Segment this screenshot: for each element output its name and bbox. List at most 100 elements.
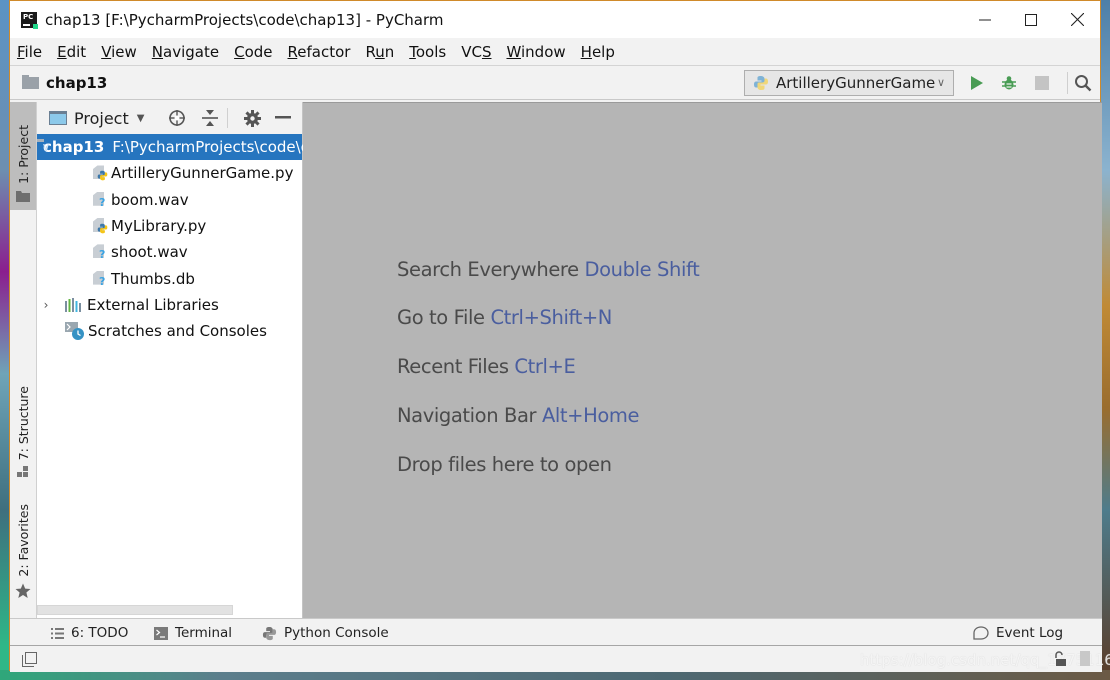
terminal-icon <box>154 626 168 640</box>
stop-icon <box>1035 76 1049 90</box>
editor-hint-text: Search Everywhere <box>397 258 579 281</box>
menu-help[interactable]: Help <box>581 43 615 61</box>
tree-item-external-libraries[interactable]: › External Libraries <box>37 292 302 318</box>
menu-run[interactable]: Run <box>365 43 394 61</box>
editor-empty-area[interactable]: Search Everywhere Double Shift Go to File… <box>303 102 1102 618</box>
caret-down-icon[interactable]: ▼ <box>137 113 145 124</box>
menu-window[interactable]: Window <box>506 43 565 61</box>
menu-file[interactable]: File <box>17 43 42 61</box>
editor-hint: Navigation Bar Alt+Home <box>397 404 639 427</box>
tree-item-label: shoot.wav <box>111 243 188 262</box>
editor-hint-shortcut: Alt+Home <box>541 404 640 427</box>
libraries-icon <box>65 297 81 312</box>
minimize-icon <box>979 19 991 20</box>
tool-tab-project[interactable]: 1: Project <box>10 102 36 210</box>
gear-icon <box>243 109 261 127</box>
tool-tab-event-log-label: Event Log <box>996 625 1064 641</box>
toggle-tool-windows-button[interactable] <box>22 652 37 671</box>
tool-tab-python-console-label: Python Console <box>284 625 389 641</box>
editor-hint: Recent Files Ctrl+E <box>397 355 576 378</box>
header-separator <box>227 108 228 128</box>
tree-item-file[interactable]: MyLibrary.py <box>37 213 302 239</box>
tool-tab-event-log[interactable]: Event Log <box>973 625 1063 641</box>
menu-refactor[interactable]: Refactor <box>288 43 351 61</box>
status-bar: https://blog.csdn.net/qq_17751161 <box>10 646 1110 672</box>
close-button[interactable] <box>1054 1 1100 38</box>
settings-button[interactable] <box>243 109 261 127</box>
toolbar-separator <box>1067 72 1068 94</box>
editor-hint-shortcut: Ctrl+E <box>514 355 576 378</box>
watermark-text: https://blog.csdn.net/qq_17751161 <box>860 651 1110 669</box>
tree-item-file[interactable]: ? boom.wav <box>37 187 302 213</box>
tool-tab-favorites[interactable]: 2: Favorites <box>10 504 36 607</box>
python-file-icon <box>92 164 108 182</box>
stop-button[interactable] <box>1033 74 1051 92</box>
left-tool-strip: 1: Project 7: Structure 2: Favorites <box>10 102 37 618</box>
tree-root-name: chap13 <box>43 138 105 157</box>
project-panel-header: Project ▼ <box>37 102 302 134</box>
unknown-file-icon: ? <box>92 270 108 288</box>
minimize-button[interactable] <box>962 1 1008 38</box>
breadcrumb-project[interactable]: chap13 <box>46 74 107 92</box>
editor-hint: Drop files here to open <box>397 453 612 476</box>
horizontal-scrollbar[interactable] <box>37 605 233 615</box>
tool-tab-structure-label: 7: Structure <box>15 385 31 460</box>
search-everywhere-button[interactable] <box>1074 74 1092 92</box>
maximize-icon <box>1025 13 1037 26</box>
chevron-right-icon[interactable]: › <box>40 298 52 312</box>
menu-tools[interactable]: Tools <box>409 43 446 61</box>
search-icon <box>1075 75 1092 92</box>
tool-tab-todo[interactable]: 6: TODO <box>51 625 128 641</box>
debug-button[interactable] <box>1000 74 1018 92</box>
tree-item-file[interactable]: ? Thumbs.db <box>37 265 302 291</box>
todo-list-icon <box>51 627 64 639</box>
window-controls <box>962 1 1100 38</box>
menu-navigate[interactable]: Navigate <box>152 43 219 61</box>
collapse-all-button[interactable] <box>201 109 219 127</box>
menu-view[interactable]: View <box>101 43 137 61</box>
tree-item-label: Thumbs.db <box>111 269 195 288</box>
tree-item-file[interactable]: ArtilleryGunnerGame.py <box>37 160 302 186</box>
tree-item-scratches[interactable]: Scratches and Consoles <box>37 318 302 344</box>
tree-item-label: External Libraries <box>87 295 219 314</box>
python-file-icon <box>92 217 108 235</box>
memory-indicator[interactable] <box>1080 651 1090 666</box>
editor-hint-shortcut: Ctrl+Shift+N <box>490 306 612 329</box>
menu-code[interactable]: Code <box>234 43 272 61</box>
chevron-down-icon[interactable]: ∨ <box>40 140 52 154</box>
tool-tab-python-console[interactable]: Python Console <box>262 625 389 641</box>
tool-tab-todo-label: 6: TODO <box>71 625 129 641</box>
editor-hint-text: Drop files here to open <box>397 453 612 476</box>
tool-tab-favorites-label: 2: Favorites <box>15 504 31 577</box>
minimize-panel-icon <box>275 116 291 119</box>
read-only-toggle[interactable] <box>1053 651 1067 671</box>
chevron-down-icon: ∨ <box>936 76 945 89</box>
unknown-file-icon: ? <box>92 243 108 261</box>
tool-tab-structure[interactable]: 7: Structure <box>10 380 36 486</box>
editor-hint-text: Navigation Bar <box>397 404 537 427</box>
locate-file-button[interactable] <box>168 109 186 127</box>
tool-tab-terminal[interactable]: Terminal <box>154 625 232 641</box>
menu-vcs[interactable]: VCS <box>461 43 491 61</box>
editor-hint: Search Everywhere Double Shift <box>397 258 700 281</box>
tree-item-label: ArtilleryGunnerGame.py <box>111 164 294 183</box>
menu-edit[interactable]: Edit <box>57 43 86 61</box>
tool-tab-project-label: 1: Project <box>15 125 31 184</box>
folder-icon <box>16 190 30 206</box>
navigation-bar: chap13 ArtilleryGunnerGame ∨ <box>10 66 1100 100</box>
hide-panel-button[interactable] <box>274 109 292 127</box>
project-view-selector[interactable]: Project <box>74 109 129 128</box>
structure-icon <box>17 466 29 482</box>
pycharm-logo-icon <box>21 11 38 29</box>
title-bar: chap13 [F:\PycharmProjects\code\chap13] … <box>10 1 1100 38</box>
run-button[interactable] <box>968 74 986 92</box>
maximize-button[interactable] <box>1008 1 1054 38</box>
project-tree: ∨ chap13 F:\PycharmProjects\code\chap13 … <box>37 134 356 344</box>
close-icon <box>1070 13 1084 26</box>
window-title: chap13 [F:\PycharmProjects\code\chap13] … <box>45 10 444 29</box>
tree-item-file[interactable]: ? shoot.wav <box>37 239 302 265</box>
run-configuration-dropdown[interactable]: ArtilleryGunnerGame ∨ <box>744 70 954 96</box>
tree-item-root[interactable]: ∨ chap13 F:\PycharmProjects\code\chap13 <box>37 134 356 161</box>
debug-bug-icon <box>1002 76 1016 90</box>
project-view-icon <box>49 111 67 125</box>
